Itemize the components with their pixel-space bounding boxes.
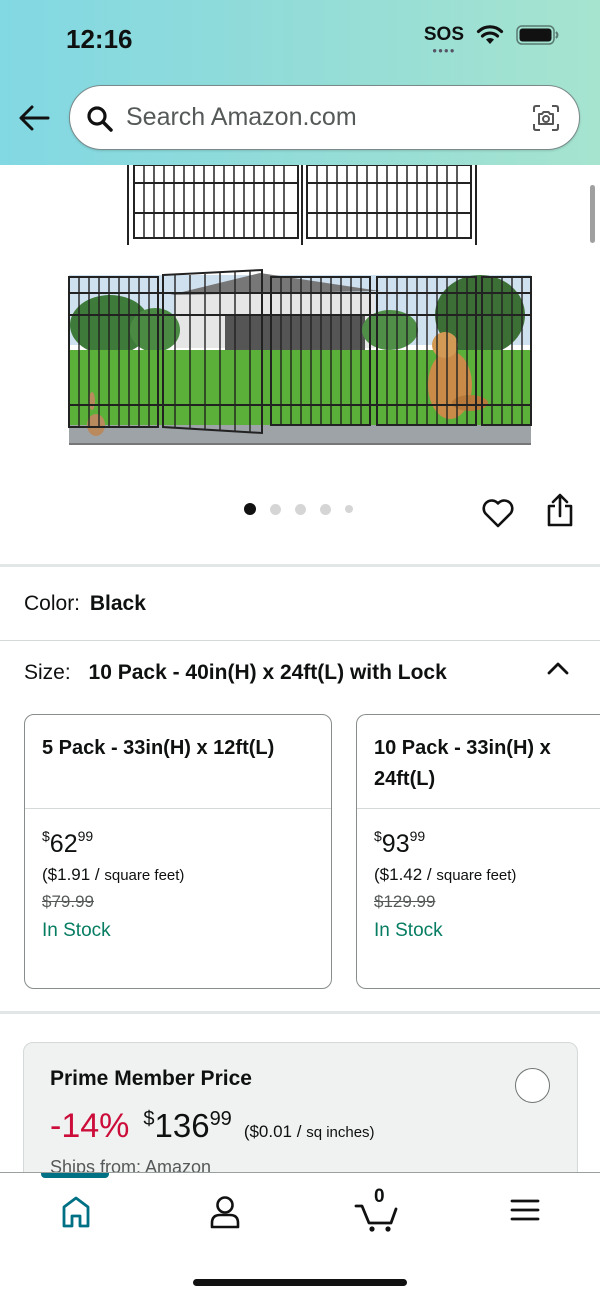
price-currency: $ bbox=[374, 828, 382, 844]
prime-price-row: -14% $13699 ($0.01 / sq inches) bbox=[50, 1107, 375, 1146]
discount-percent: -14% bbox=[50, 1107, 130, 1145]
fence-product-photo bbox=[68, 165, 532, 445]
product-image[interactable] bbox=[0, 165, 600, 465]
search-icon bbox=[87, 106, 113, 132]
size-option-card[interactable]: 10 Pack - 33in(H) x 24ft(L) $9399 ($1.42… bbox=[356, 714, 600, 989]
share-icon[interactable] bbox=[545, 492, 575, 528]
cart-count-badge: 0 bbox=[374, 1186, 385, 1207]
size-option-unit-price: ($1.42 / square feet) bbox=[374, 865, 516, 885]
size-option-stock: In Stock bbox=[42, 920, 111, 941]
pagination-dot[interactable] bbox=[270, 503, 281, 515]
card-separator bbox=[357, 808, 600, 809]
image-pagination-dots[interactable] bbox=[244, 503, 353, 515]
price-fraction: 99 bbox=[77, 828, 94, 844]
color-selector: Color: Black bbox=[24, 592, 146, 616]
size-option-card[interactable]: 5 Pack - 33in(H) x 12ft(L) $6299 ($1.91 … bbox=[24, 714, 332, 989]
pagination-dot[interactable] bbox=[320, 503, 331, 515]
prime-price-radio[interactable] bbox=[515, 1068, 550, 1103]
pagination-dot[interactable] bbox=[244, 503, 256, 515]
unit-price-unit: square feet) bbox=[436, 867, 517, 884]
pagination-dot[interactable] bbox=[345, 505, 353, 513]
sos-dots: ●●●● bbox=[432, 46, 456, 55]
size-label: Size: bbox=[24, 661, 71, 684]
active-tab-indicator bbox=[41, 1173, 109, 1178]
price-fraction: 99 bbox=[209, 1108, 232, 1130]
price-currency: $ bbox=[143, 1108, 155, 1130]
unit-price-unit: square feet) bbox=[104, 867, 185, 884]
wifi-icon bbox=[476, 25, 504, 44]
section-divider bbox=[0, 640, 600, 641]
search-input[interactable] bbox=[126, 96, 506, 138]
color-label: Color: bbox=[24, 592, 81, 615]
bottom-navigation: 0 bbox=[0, 1172, 600, 1298]
status-icons: SOS ●●●● bbox=[423, 24, 560, 55]
home-indicator bbox=[193, 1279, 407, 1286]
size-option-title: 10 Pack - 33in(H) x 24ft(L) bbox=[374, 737, 551, 790]
prime-price: $13699 bbox=[143, 1107, 231, 1145]
unit-price-value: ($1.91 / bbox=[42, 865, 105, 884]
chevron-up-icon[interactable] bbox=[545, 659, 571, 677]
color-value: Black bbox=[89, 592, 146, 615]
size-option-price: $9399 bbox=[374, 828, 425, 859]
battery-icon bbox=[516, 25, 559, 45]
size-option-stock: In Stock bbox=[374, 920, 443, 941]
card-separator bbox=[25, 808, 331, 809]
sos-label: SOS bbox=[423, 24, 464, 45]
account-icon[interactable] bbox=[208, 1190, 242, 1230]
camera-search-icon[interactable] bbox=[531, 103, 561, 133]
size-option-price: $6299 bbox=[42, 828, 93, 859]
size-option-title: 5 Pack - 33in(H) x 12ft(L) bbox=[42, 737, 275, 759]
prime-price-title: Prime Member Price bbox=[50, 1067, 252, 1090]
app-header: 12:16 SOS ●●●● bbox=[0, 0, 600, 165]
scroll-indicator bbox=[590, 185, 595, 243]
price-fraction: 99 bbox=[409, 828, 426, 844]
pagination-dot[interactable] bbox=[295, 503, 306, 515]
price-currency: $ bbox=[42, 828, 50, 844]
unit-price-value: ($0.01 / bbox=[243, 1122, 307, 1141]
price-whole: 62 bbox=[49, 830, 78, 858]
section-divider bbox=[0, 564, 600, 567]
home-icon[interactable] bbox=[60, 1190, 92, 1230]
search-bar[interactable] bbox=[69, 85, 580, 150]
prime-unit-price: ($0.01 / sq inches) bbox=[244, 1122, 375, 1142]
back-arrow-icon[interactable] bbox=[16, 98, 52, 138]
heart-icon[interactable] bbox=[481, 497, 515, 529]
unit-price-value: ($1.42 / bbox=[374, 865, 437, 884]
section-divider bbox=[0, 1011, 600, 1014]
size-option-unit-price: ($1.91 / square feet) bbox=[42, 865, 184, 885]
size-option-list-price: $79.99 bbox=[42, 892, 94, 911]
size-value: 10 Pack - 40in(H) x 24ft(L) with Lock bbox=[88, 661, 447, 684]
unit-price-unit: sq inches) bbox=[306, 1124, 375, 1141]
price-whole: 136 bbox=[154, 1107, 210, 1144]
status-time: 12:16 bbox=[66, 24, 133, 54]
sos-indicator: SOS ●●●● bbox=[423, 24, 464, 55]
size-option-list-price: $129.99 bbox=[374, 892, 436, 911]
size-selector[interactable]: Size: 10 Pack - 40in(H) x 24ft(L) with L… bbox=[24, 661, 447, 685]
price-whole: 93 bbox=[381, 830, 410, 858]
menu-icon[interactable] bbox=[509, 1197, 541, 1223]
